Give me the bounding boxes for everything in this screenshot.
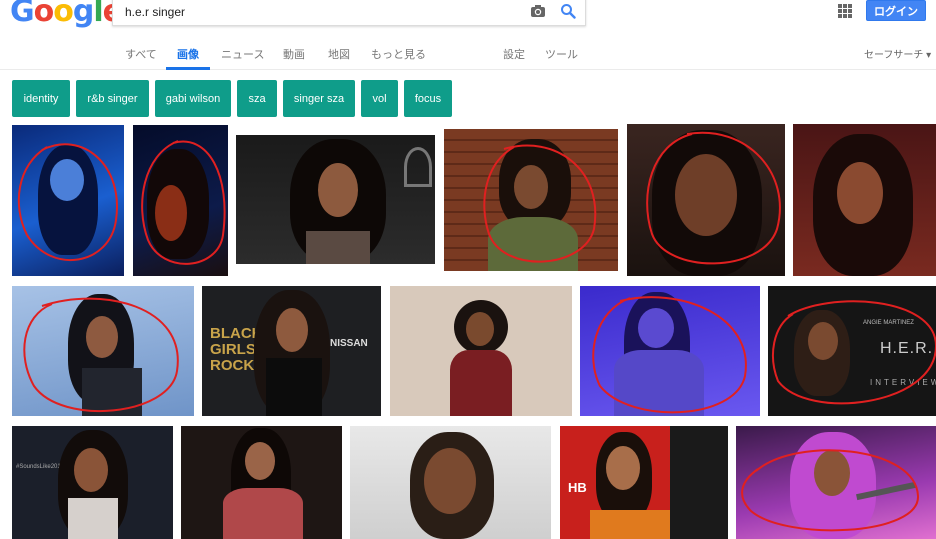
tab-settings[interactable]: 設定	[503, 46, 525, 62]
red-annotation-circle	[17, 143, 118, 261]
red-annotation-circle	[646, 131, 781, 265]
chip-sza[interactable]: sza	[237, 80, 277, 117]
backdrop-text: #SoundsLike2017	[16, 464, 65, 470]
search-box[interactable]: h.e.r singer	[112, 0, 586, 26]
safe-search-menu[interactable]: セーフサーチ ▾	[864, 46, 931, 61]
active-tab-underline	[166, 67, 210, 70]
logo-letter: l	[93, 0, 103, 29]
tab-all[interactable]: すべて	[125, 46, 157, 62]
apps-grid-icon[interactable]	[838, 4, 852, 18]
image-result[interactable]	[236, 135, 435, 264]
image-result[interactable]	[350, 426, 551, 539]
image-result[interactable]: ANGIE MARTINEZ H.E.R. INTERVIEW	[768, 286, 936, 416]
search-input[interactable]: h.e.r singer	[113, 0, 525, 25]
image-result[interactable]: HB	[560, 426, 728, 539]
chip-singer-sza[interactable]: singer sza	[283, 80, 355, 117]
backdrop-text: BLACK GIRLS ROCK	[210, 325, 263, 374]
backdrop-text: NISSAN	[330, 338, 368, 349]
login-button[interactable]: ログイン	[866, 0, 926, 21]
image-result[interactable]: BLACK GIRLS ROCK NISSAN	[202, 286, 381, 416]
logo-letter: o	[33, 0, 55, 29]
logo-letter: g	[72, 0, 95, 29]
backdrop-text: HB	[568, 480, 587, 495]
red-annotation-circle	[592, 296, 747, 414]
image-result[interactable]	[627, 124, 785, 276]
image-result[interactable]	[580, 286, 760, 416]
red-annotation-circle	[772, 300, 936, 405]
red-annotation-circle	[483, 144, 597, 263]
image-result[interactable]	[736, 426, 936, 539]
image-result[interactable]	[390, 286, 572, 416]
red-annotation-circle	[741, 449, 920, 532]
tab-more[interactable]: もっと見る	[371, 46, 426, 62]
tab-tools[interactable]: ツール	[545, 46, 578, 62]
search-icon[interactable]	[551, 0, 585, 24]
image-result[interactable]	[181, 426, 342, 539]
gramophone-trophy	[404, 147, 432, 187]
red-annotation-circle	[23, 297, 179, 412]
tab-videos[interactable]: 動画	[283, 46, 305, 62]
google-logo[interactable]: Google	[10, 0, 123, 29]
image-result[interactable]: #SoundsLike2017	[12, 426, 173, 539]
chip-rnb-singer[interactable]: r&b singer	[76, 80, 149, 117]
chip-identity[interactable]: identity	[12, 80, 70, 117]
tab-news[interactable]: ニュース	[221, 46, 264, 62]
image-result[interactable]	[444, 129, 618, 271]
red-annotation-circle	[141, 140, 226, 265]
tab-bar: すべて 画像 ニュース 動画 地図 もっと見る 設定 ツール セーフサーチ ▾	[0, 36, 936, 70]
related-chips: identity r&b singer gabi wilson sza sing…	[12, 80, 452, 117]
image-result[interactable]	[793, 124, 936, 276]
image-result[interactable]	[12, 286, 194, 416]
logo-letter: G	[10, 0, 35, 29]
tab-maps[interactable]: 地図	[328, 46, 350, 62]
chip-vol[interactable]: vol	[361, 80, 398, 117]
tab-images[interactable]: 画像	[177, 46, 199, 62]
chip-focus[interactable]: focus	[404, 80, 452, 117]
camera-icon[interactable]	[525, 0, 551, 24]
image-result[interactable]	[12, 125, 124, 276]
image-result[interactable]	[133, 125, 228, 276]
chip-gabi-wilson[interactable]: gabi wilson	[155, 80, 231, 117]
logo-letter: o	[53, 0, 74, 29]
